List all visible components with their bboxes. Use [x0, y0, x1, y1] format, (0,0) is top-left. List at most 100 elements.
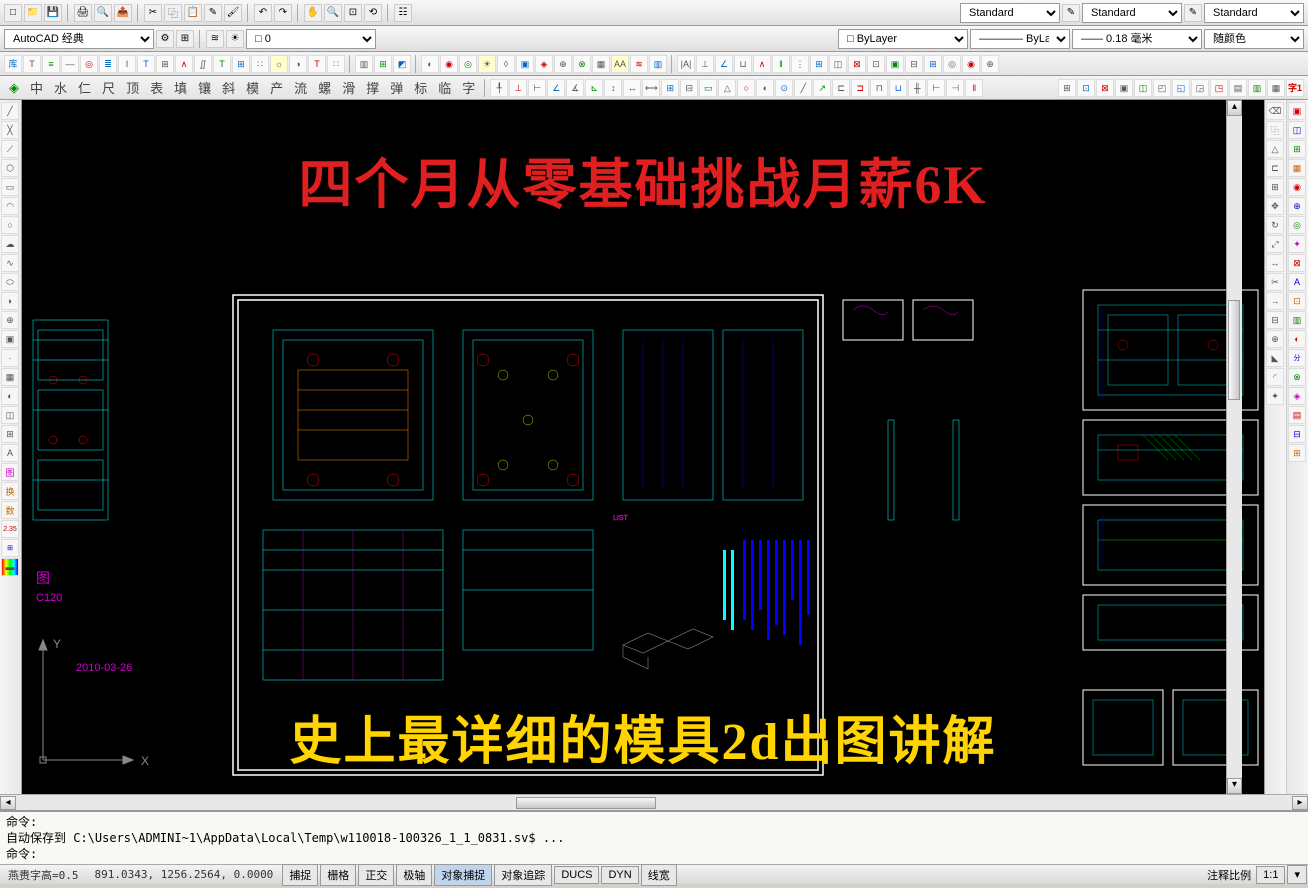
toggle-otrack[interactable]: 对象追踪: [494, 864, 552, 886]
pline-icon[interactable]: ⟋: [1, 140, 19, 158]
ctool-hua[interactable]: 滑: [337, 75, 360, 100]
rt2-15-icon[interactable]: ⊗: [1288, 368, 1306, 386]
tool-misc9-icon[interactable]: ⊗: [573, 55, 591, 73]
extra3-icon[interactable]: 数: [1, 501, 19, 519]
tool-dim14-icon[interactable]: ⊞: [924, 55, 942, 73]
rt2-3-icon[interactable]: ⊞: [1288, 140, 1306, 158]
rt2-14-icon[interactable]: 分: [1288, 349, 1306, 367]
tool-misc12-icon[interactable]: ▥: [649, 55, 667, 73]
tool-misc3-icon[interactable]: ◎: [459, 55, 477, 73]
tool-dim16-icon[interactable]: ◉: [962, 55, 980, 73]
match-icon[interactable]: ✎: [204, 4, 222, 22]
ctool-shui[interactable]: 水: [49, 75, 72, 100]
explode-icon[interactable]: ✦: [1266, 387, 1284, 405]
layer-manager-icon[interactable]: ≋: [206, 30, 224, 48]
paste-icon[interactable]: 📋: [184, 4, 202, 22]
tool-dim5-icon[interactable]: ∧: [753, 55, 771, 73]
extra4-icon[interactable]: 2.35: [1, 520, 19, 538]
tool-dim17-icon[interactable]: ⊕: [981, 55, 999, 73]
dtool-17-icon[interactable]: ╱: [794, 79, 812, 97]
rtool-2-icon[interactable]: ⊡: [1077, 79, 1095, 97]
chamfer-icon[interactable]: ◣: [1266, 349, 1284, 367]
tool-dim13-icon[interactable]: ⊟: [905, 55, 923, 73]
rt2-17-icon[interactable]: ▤: [1288, 406, 1306, 424]
rtool-3-icon[interactable]: ⊠: [1096, 79, 1114, 97]
break-icon[interactable]: ⊟: [1266, 311, 1284, 329]
dtool-3-icon[interactable]: ⊢: [528, 79, 546, 97]
erase-icon[interactable]: ⌫: [1266, 102, 1284, 120]
layer-states-icon[interactable]: ☀: [226, 30, 244, 48]
scroll-v-thumb[interactable]: [1228, 300, 1240, 400]
tool-dim2-icon[interactable]: ⊥: [696, 55, 714, 73]
rt2-7-icon[interactable]: ◎: [1288, 216, 1306, 234]
ctool-liu[interactable]: 流: [289, 75, 312, 100]
dtool-19-icon[interactable]: ⊏: [832, 79, 850, 97]
zoom-window-icon[interactable]: ⊡: [344, 4, 362, 22]
dtool-14-icon[interactable]: ○: [737, 79, 755, 97]
rt2-13-icon[interactable]: ◐: [1288, 330, 1306, 348]
lineweight-dropdown[interactable]: —— 0.18 毫米: [1072, 29, 1202, 49]
tool-dim7-icon[interactable]: ⋮: [791, 55, 809, 73]
rtool-1-icon[interactable]: ⊞: [1058, 79, 1076, 97]
tool-bar-icon[interactable]: ≡: [42, 55, 60, 73]
rtool-8-icon[interactable]: ◲: [1191, 79, 1209, 97]
revcloud-icon[interactable]: ☁: [1, 235, 19, 253]
ctool-ren[interactable]: 仁: [73, 75, 96, 100]
tool-table-icon[interactable]: ⊞: [374, 55, 392, 73]
tool-dim15-icon[interactable]: ◎: [943, 55, 961, 73]
tool-chart-icon[interactable]: ▥: [355, 55, 373, 73]
linetype-dropdown[interactable]: ———— ByLayer: [970, 29, 1070, 49]
dtool-11-icon[interactable]: ⊟: [680, 79, 698, 97]
stretch-icon[interactable]: ↔: [1266, 254, 1284, 272]
rt2-5-icon[interactable]: ◉: [1288, 178, 1306, 196]
rt2-2-icon[interactable]: ◫: [1288, 121, 1306, 139]
tool-i-icon[interactable]: I: [118, 55, 136, 73]
dtool-20-icon[interactable]: ⊐: [851, 79, 869, 97]
tool-dim12-icon[interactable]: ▣: [886, 55, 904, 73]
dtool-6-icon[interactable]: ⊾: [585, 79, 603, 97]
dtool-24-icon[interactable]: ⊢: [927, 79, 945, 97]
dtool-12-icon[interactable]: ▭: [699, 79, 717, 97]
ctool-mo[interactable]: 模: [241, 75, 264, 100]
cut-icon[interactable]: ✂: [144, 4, 162, 22]
toggle-ducs[interactable]: DUCS: [554, 866, 599, 884]
block-icon[interactable]: ▣: [1, 330, 19, 348]
command-window[interactable]: 命令: 自动保存到 C:\Users\ADMINI~1\AppData\Loca…: [0, 810, 1308, 864]
gradient-icon[interactable]: ◐: [1, 387, 19, 405]
vertical-scrollbar[interactable]: ▴ ▾: [1226, 100, 1242, 794]
dtool-8-icon[interactable]: ↔: [623, 79, 641, 97]
extend-icon[interactable]: →: [1266, 292, 1284, 310]
rtool-5-icon[interactable]: ◫: [1134, 79, 1152, 97]
tool-grid2-icon[interactable]: ⊞: [232, 55, 250, 73]
rtool-6-icon[interactable]: ◰: [1153, 79, 1171, 97]
ctool-biao[interactable]: 表: [145, 75, 168, 100]
dtool-2-icon[interactable]: ⊥: [509, 79, 527, 97]
tool-dots2-icon[interactable]: ∷: [327, 55, 345, 73]
scroll-h-thumb[interactable]: [516, 797, 656, 809]
toggle-lwt[interactable]: 线宽: [641, 864, 677, 886]
textstyle-dropdown[interactable]: Standard: [960, 3, 1060, 23]
tool-dots-icon[interactable]: ∷: [251, 55, 269, 73]
tool-misc8-icon[interactable]: ⊕: [554, 55, 572, 73]
pan-icon[interactable]: ✋: [304, 4, 322, 22]
tool-dim6-icon[interactable]: ‖: [772, 55, 790, 73]
zoom-icon[interactable]: 🔍: [324, 4, 342, 22]
array-icon[interactable]: ⊞: [1266, 178, 1284, 196]
offset-icon[interactable]: ⊏: [1266, 159, 1284, 177]
toggle-osnap[interactable]: 对象捕捉: [434, 864, 492, 886]
ctool-cheng[interactable]: 撑: [361, 75, 384, 100]
tool-misc2-icon[interactable]: ◉: [440, 55, 458, 73]
status-anno-icon[interactable]: ▾: [1287, 865, 1307, 884]
move-icon[interactable]: ✥: [1266, 197, 1284, 215]
publish-icon[interactable]: 📤: [114, 4, 132, 22]
toggle-ortho[interactable]: 正交: [358, 864, 394, 886]
scroll-down-icon[interactable]: ▾: [1227, 778, 1242, 794]
status-annoscale-value[interactable]: 1:1: [1256, 866, 1285, 884]
tool-t4-icon[interactable]: T: [308, 55, 326, 73]
tool-half-icon[interactable]: ◑: [289, 55, 307, 73]
tool-lib-icon[interactable]: 库: [4, 55, 22, 73]
toggle-polar[interactable]: 极轴: [396, 864, 432, 886]
extra2-icon[interactable]: 换: [1, 482, 19, 500]
tool-misc1-icon[interactable]: ◐: [421, 55, 439, 73]
dimstyle-btn-icon[interactable]: ✎: [1184, 4, 1202, 22]
